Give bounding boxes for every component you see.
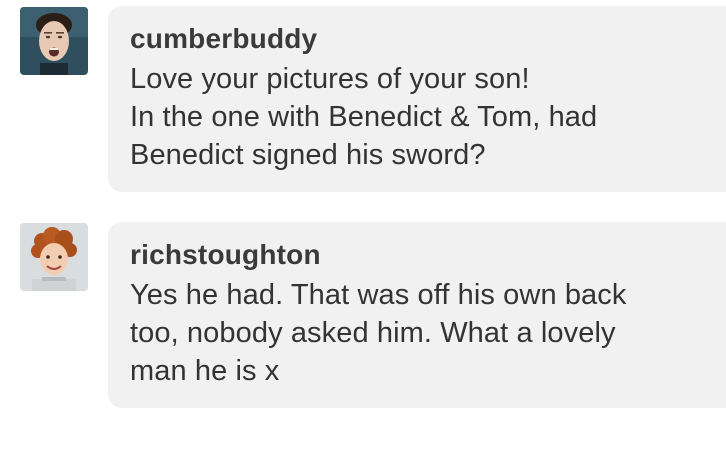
avatar[interactable]: [20, 7, 88, 75]
message-bubble: richstoughton Yes he had. That was off h…: [108, 222, 726, 408]
message-text-line: too, nobody asked him. What a lovely: [130, 317, 616, 349]
message-bubble: cumberbuddy Love your pictures of your s…: [108, 6, 726, 192]
message-thread: cumberbuddy Love your pictures of your s…: [0, 0, 726, 449]
message-text-line: Benedict signed his sword?: [130, 139, 486, 171]
message-text-line: Yes he had. That was off his own back: [130, 279, 627, 311]
message-text-line: man he is x: [130, 355, 280, 387]
username[interactable]: richstoughton: [130, 238, 716, 272]
message-text-line: In the one with Benedict & Tom, had: [130, 101, 598, 133]
username[interactable]: cumberbuddy: [130, 22, 716, 56]
avatar[interactable]: [20, 223, 88, 291]
curly-haired-child-avatar-icon: [20, 223, 88, 291]
man-face-avatar-icon: [20, 7, 88, 75]
message-text-line: Love your pictures of your son!: [130, 63, 530, 95]
